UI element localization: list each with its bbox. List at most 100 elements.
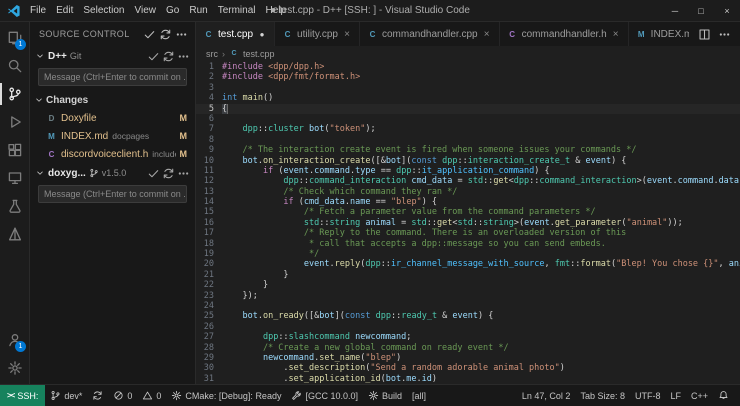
code-line[interactable]: 29 newcommand.set_name("blep"): [196, 353, 740, 363]
more-icon[interactable]: [175, 28, 188, 41]
more-icon[interactable]: [177, 50, 190, 63]
status-encoding[interactable]: UTF-8: [630, 385, 666, 406]
code-line[interactable]: 8: [196, 135, 740, 145]
close-icon[interactable]: ×: [342, 29, 352, 40]
window-maximize-button[interactable]: □: [688, 0, 714, 22]
code-line[interactable]: 5{: [196, 104, 740, 114]
code-line[interactable]: 25 bot.on_ready([&bot](const dpp::ready_…: [196, 311, 740, 321]
tab-commandhandler.h[interactable]: Ccommandhandler.h×: [500, 22, 629, 46]
scm-changes-section[interactable]: Changes: [30, 91, 195, 109]
status-build[interactable]: Build: [363, 385, 407, 406]
close-icon[interactable]: ×: [611, 29, 621, 40]
menu-file[interactable]: File: [25, 5, 51, 16]
activity-explorer[interactable]: 1: [0, 24, 29, 52]
code-line[interactable]: 24: [196, 301, 740, 311]
code-line[interactable]: 14 if (cmd_data.name == "blep") {: [196, 197, 740, 207]
refresh-icon[interactable]: [159, 28, 172, 41]
code-line[interactable]: 12 dpp::command_interaction cmd_data = s…: [196, 176, 740, 186]
status-target[interactable]: [all]: [407, 385, 431, 406]
close-icon[interactable]: ×: [482, 29, 492, 40]
code-line[interactable]: 7 dpp::cluster bot("token");: [196, 124, 740, 134]
status-cursor-position[interactable]: Ln 47, Col 2: [517, 385, 576, 406]
code-line[interactable]: 10 bot.on_interaction_create([&bot](cons…: [196, 156, 740, 166]
status-notifications[interactable]: [713, 385, 734, 406]
status-label: [GCC 10.0.0]: [305, 391, 358, 401]
commit-message-input[interactable]: Message (Ctrl+Enter to commit on ...: [38, 68, 187, 86]
activity-account[interactable]: 1: [0, 326, 29, 354]
status-cmake[interactable]: CMake: [Debug]: Ready: [166, 385, 286, 406]
code-line[interactable]: 26: [196, 322, 740, 332]
status-eol[interactable]: LF: [665, 385, 686, 406]
window-close-button[interactable]: ×: [714, 0, 740, 22]
activity-search[interactable]: [0, 52, 29, 80]
code-line[interactable]: 6: [196, 114, 740, 124]
commit-message-input[interactable]: Message (Ctrl+Enter to commit on ...: [38, 185, 187, 203]
code-line[interactable]: 18 * call that accepts a dpp::message so…: [196, 239, 740, 249]
code-line[interactable]: 27 dpp::slashcommand newcommand;: [196, 332, 740, 342]
code-line[interactable]: 3: [196, 83, 740, 93]
check-icon[interactable]: [143, 28, 156, 41]
status-language[interactable]: C++: [686, 385, 713, 406]
code-line[interactable]: 20 event.reply(dpp::ir_channel_message_w…: [196, 259, 740, 269]
code-line[interactable]: 16 std::string animal = std::get<std::st…: [196, 218, 740, 228]
activity-remote-explorer[interactable]: [0, 164, 29, 192]
status-sync[interactable]: [87, 385, 108, 406]
breadcrumb-file[interactable]: test.cpp: [243, 49, 275, 59]
activity-extensions[interactable]: [0, 136, 29, 164]
scm-file-row[interactable]: DDoxyfileM: [30, 109, 195, 127]
activity-source-control[interactable]: [0, 80, 29, 108]
menu-selection[interactable]: Selection: [78, 5, 129, 16]
code-line[interactable]: 13 /* Check which command they ran */: [196, 187, 740, 197]
code-line[interactable]: 17 /* Reply to the command. There is an …: [196, 228, 740, 238]
menu-edit[interactable]: Edit: [51, 5, 78, 16]
check-icon[interactable]: [147, 167, 160, 180]
code-line[interactable]: 1#include <dpp/dpp.h>: [196, 62, 740, 72]
code-line[interactable]: 28 /* Create a new global command on rea…: [196, 343, 740, 353]
remote-indicator[interactable]: >< SSH:: [0, 385, 45, 406]
more-icon[interactable]: [718, 28, 731, 41]
refresh-icon[interactable]: [162, 50, 175, 63]
tab-utility.cpp[interactable]: Cutility.cpp×: [275, 22, 360, 46]
scm-file-row[interactable]: Cdiscordvoiceclient.hinclude/d...M: [30, 145, 195, 163]
code-line[interactable]: 2#include <dpp/fmt/format.h>: [196, 72, 740, 82]
status-branch[interactable]: dev*: [45, 385, 87, 406]
menu-run[interactable]: Run: [184, 5, 212, 16]
menu-view[interactable]: View: [130, 5, 162, 16]
activity-cmake[interactable]: [0, 220, 29, 248]
code-line[interactable]: 4int main(): [196, 93, 740, 103]
code-line[interactable]: 21 }: [196, 270, 740, 280]
code-line[interactable]: 9 /* The interaction create event is fir…: [196, 145, 740, 155]
tab-INDEX.md[interactable]: MINDEX.md×: [629, 22, 689, 46]
code-line[interactable]: 30 .set_description("Send a random adora…: [196, 363, 740, 373]
check-icon[interactable]: [147, 50, 160, 63]
code-editor[interactable]: 1#include <dpp/dpp.h>2#include <dpp/fmt/…: [196, 61, 740, 384]
code-line[interactable]: 23 });: [196, 291, 740, 301]
code-line[interactable]: 11 if (event.command.type == dpp::it_app…: [196, 166, 740, 176]
code-line[interactable]: 19 */: [196, 249, 740, 259]
window-minimize-button[interactable]: ─: [662, 0, 688, 22]
menu-go[interactable]: Go: [161, 5, 184, 16]
code-line[interactable]: 31 .set_application_id(bot.me.id): [196, 374, 740, 384]
activity-run-debug[interactable]: [0, 108, 29, 136]
menu-help[interactable]: Help: [261, 5, 292, 16]
refresh-icon[interactable]: [162, 167, 175, 180]
menu-terminal[interactable]: Terminal: [213, 5, 261, 16]
status-errors[interactable]: 0: [108, 385, 137, 406]
status-tab-size[interactable]: Tab Size: 8: [575, 385, 630, 406]
tab-commandhandler.cpp[interactable]: Ccommandhandler.cpp×: [360, 22, 500, 46]
status-warnings[interactable]: 0: [137, 385, 166, 406]
code-text: if (event.command.type == dpp::it_applic…: [222, 166, 740, 176]
activity-settings[interactable]: [0, 354, 29, 382]
more-icon[interactable]: [177, 167, 190, 180]
scm-repo-header[interactable]: doxyg...v1.5.0: [30, 163, 195, 183]
breadcrumb-folder[interactable]: src: [206, 49, 218, 59]
code-line[interactable]: 22 }: [196, 280, 740, 290]
bell-icon: [718, 390, 729, 401]
scm-file-row[interactable]: MINDEX.mddocpagesM: [30, 127, 195, 145]
split-editor-icon[interactable]: [698, 28, 711, 41]
status-kit[interactable]: [GCC 10.0.0]: [286, 385, 363, 406]
scm-repo-header[interactable]: D++Git: [30, 46, 195, 66]
tab-test.cpp[interactable]: Ctest.cpp●: [196, 22, 275, 46]
activity-testing[interactable]: [0, 192, 29, 220]
code-line[interactable]: 15 /* Fetch a parameter value from the c…: [196, 207, 740, 217]
